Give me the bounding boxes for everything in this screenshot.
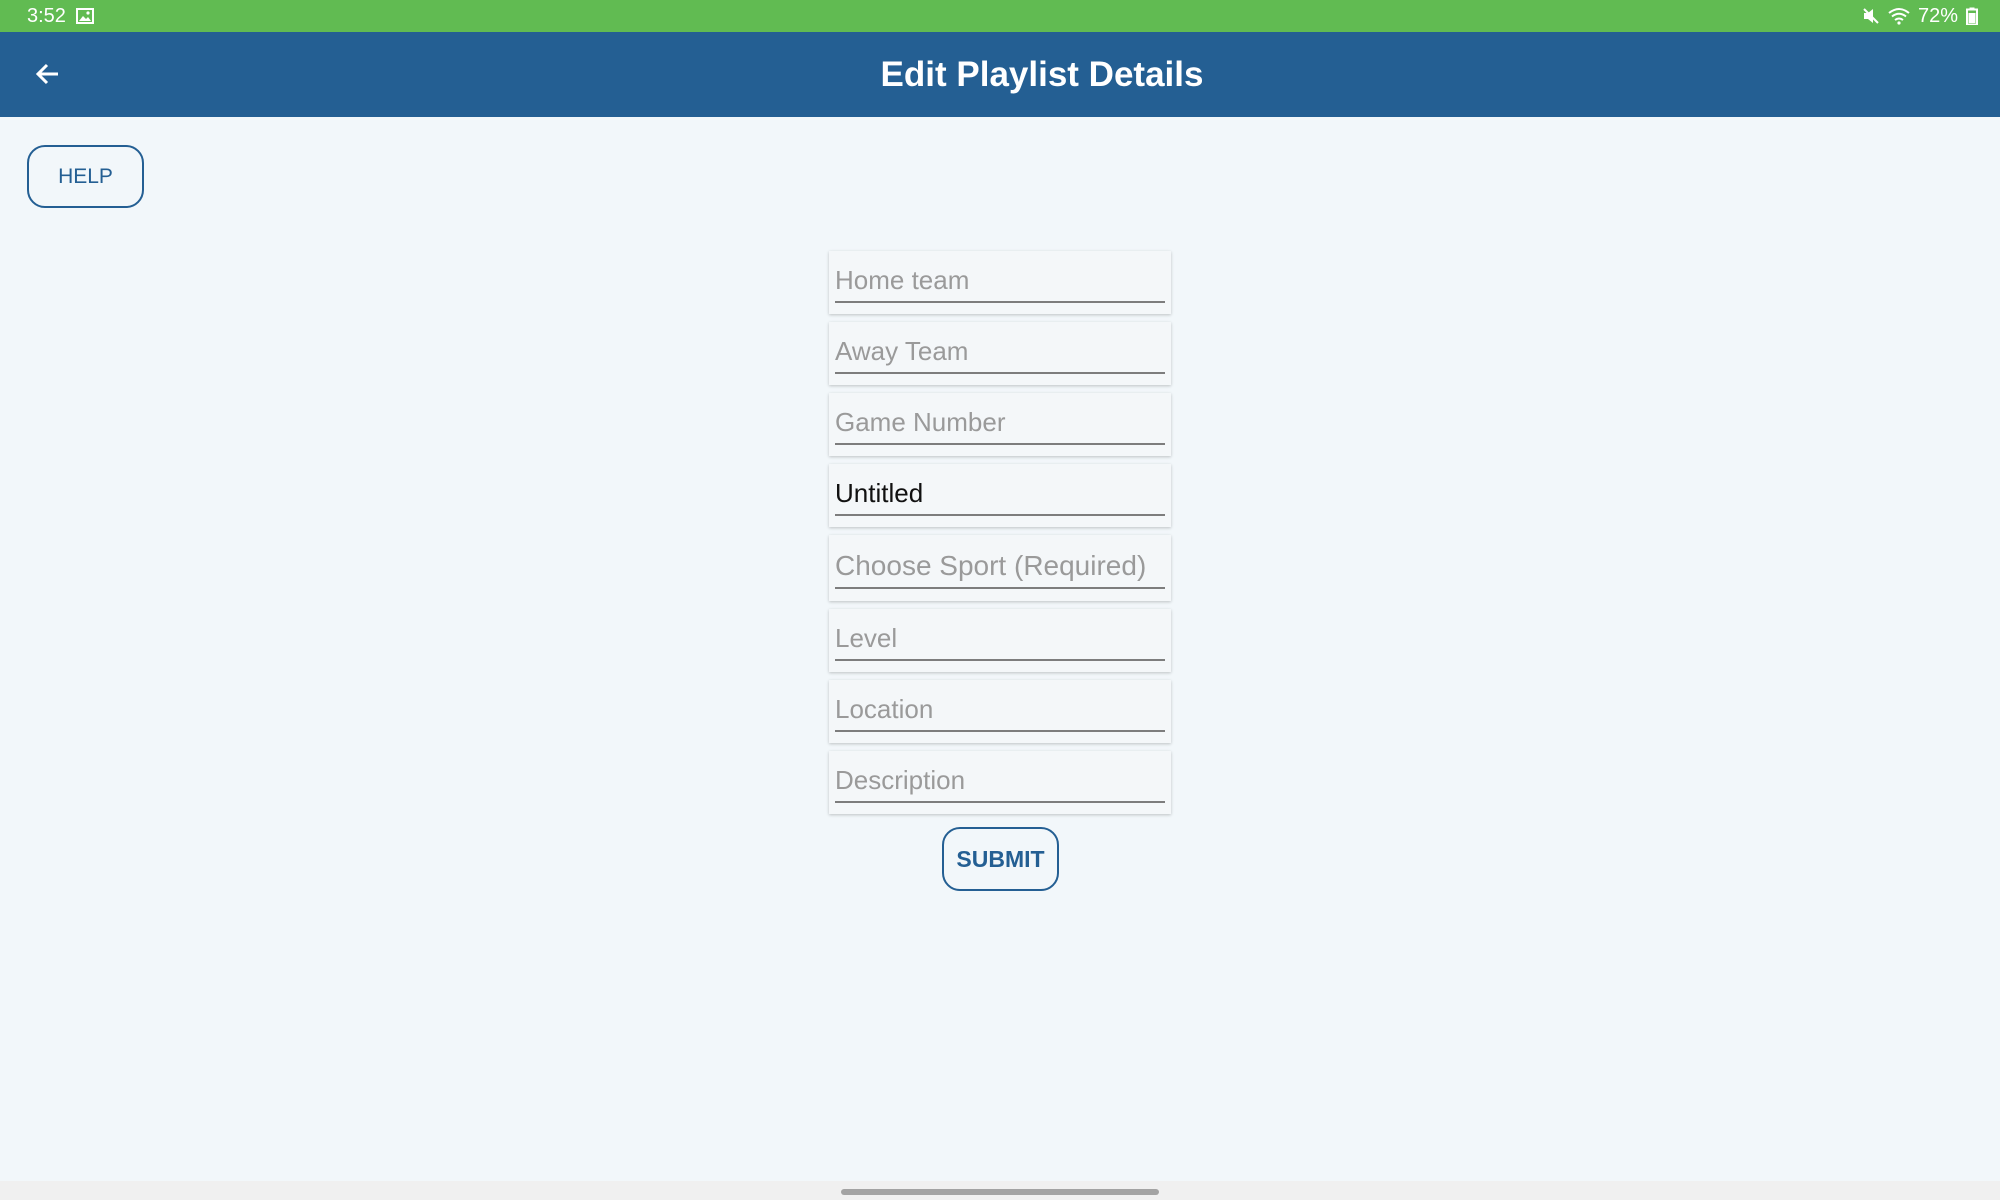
battery-icon xyxy=(1966,7,1978,25)
battery-text: 72% xyxy=(1917,4,1958,27)
level-input[interactable] xyxy=(835,617,1165,661)
help-button[interactable]: HELP xyxy=(27,145,144,208)
app-bar: Edit Playlist Details xyxy=(0,32,2000,117)
title-input[interactable] xyxy=(835,472,1165,516)
mute-icon xyxy=(1862,7,1880,25)
status-left: 3:52 xyxy=(27,5,94,28)
home-indicator[interactable] xyxy=(841,1189,1159,1195)
description-field xyxy=(829,751,1171,814)
wifi-icon xyxy=(1888,7,1910,25)
home-team-field xyxy=(829,251,1171,314)
away-team-field xyxy=(829,322,1171,385)
game-number-input[interactable] xyxy=(835,401,1165,445)
home-team-input[interactable] xyxy=(835,259,1165,303)
sport-input[interactable] xyxy=(835,545,1165,589)
image-icon xyxy=(75,8,94,24)
submit-button[interactable]: SUBMIT xyxy=(942,827,1059,891)
level-field xyxy=(829,609,1171,672)
game-number-field xyxy=(829,393,1171,456)
status-bar: 3:52 72% xyxy=(0,0,2000,32)
screen: 3:52 72% Edit Playlist Details HELP Home… xyxy=(0,0,2000,1200)
location-input[interactable] xyxy=(835,688,1165,732)
away-team-input[interactable] xyxy=(835,330,1165,374)
status-right: 72% xyxy=(1862,5,1978,28)
sport-field xyxy=(829,535,1171,601)
location-field xyxy=(829,680,1171,743)
description-input[interactable] xyxy=(835,759,1165,803)
status-time: 3:52 xyxy=(27,4,66,27)
page-title: Edit Playlist Details xyxy=(880,55,1204,94)
playlist-details-form xyxy=(829,251,1171,822)
title-field xyxy=(829,464,1171,527)
